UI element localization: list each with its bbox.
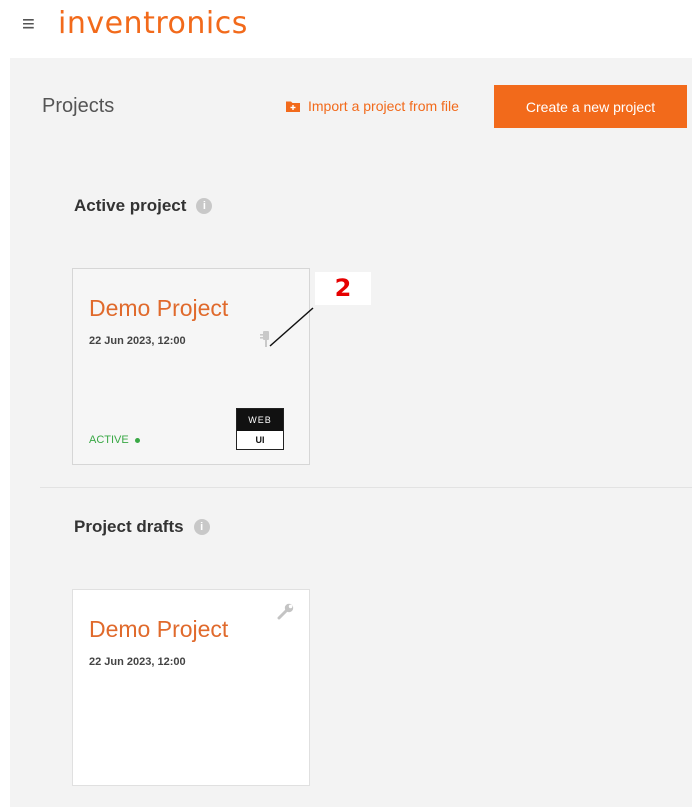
annotation-pointer-line bbox=[269, 307, 314, 347]
annotation-marker: 2 bbox=[315, 272, 371, 305]
